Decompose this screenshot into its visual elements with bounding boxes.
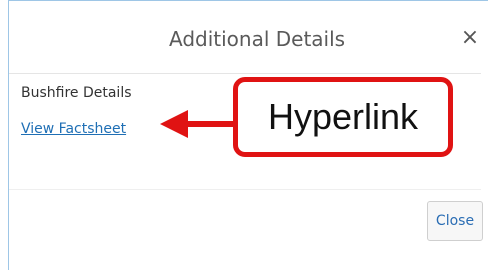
- hyperlink-callout: Hyperlink: [233, 77, 453, 157]
- page: Additional Details × Bushfire Details Vi…: [0, 0, 488, 270]
- footer-divider: [9, 189, 481, 190]
- close-button[interactable]: Close: [427, 201, 483, 241]
- view-factsheet-link[interactable]: View Factsheet: [21, 121, 126, 137]
- section-label: Bushfire Details: [21, 85, 132, 101]
- close-icon[interactable]: ×: [458, 26, 482, 50]
- callout-label: Hyperlink: [267, 96, 419, 137]
- arrow-icon: [160, 110, 242, 138]
- dialog-header: Additional Details ×: [9, 1, 481, 74]
- dialog-title: Additional Details: [169, 27, 346, 51]
